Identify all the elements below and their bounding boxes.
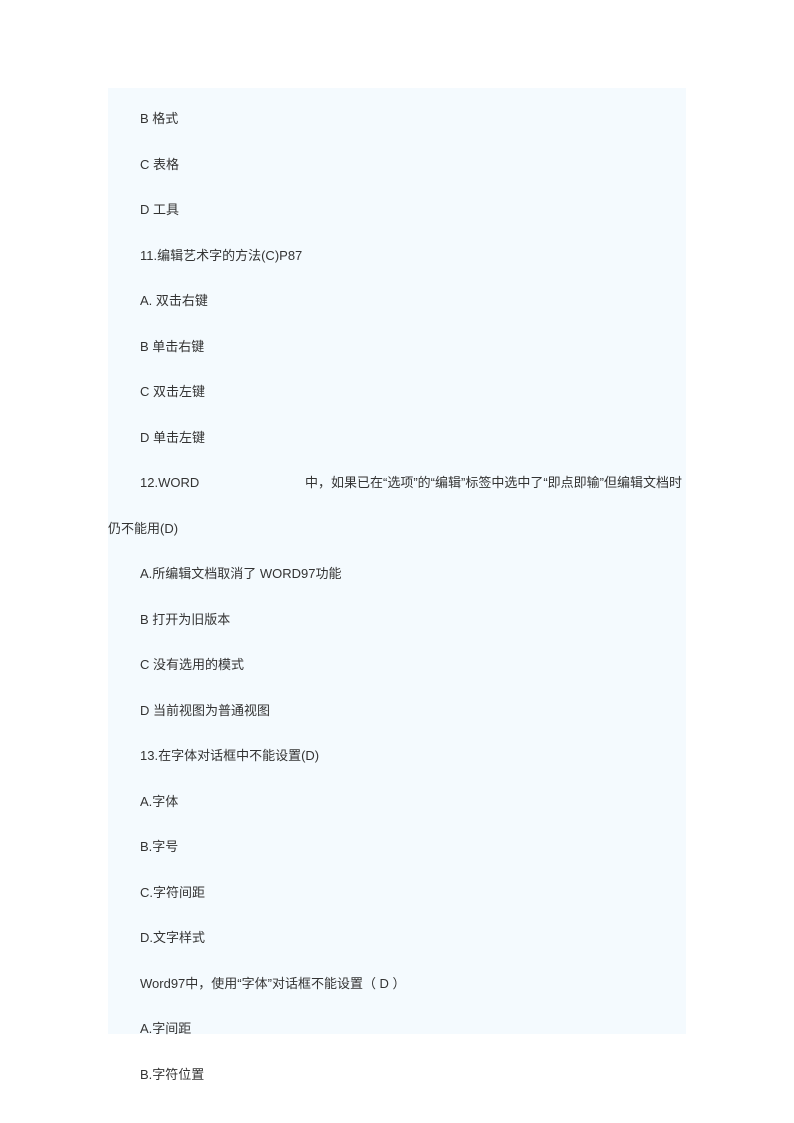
text-line: C.字符间距: [108, 886, 686, 899]
text-line: C 没有选用的模式: [108, 658, 686, 671]
text-line: C 表格: [108, 158, 686, 171]
document-content: B 格式 C 表格 D 工具 11.编辑艺术字的方法(C)P87 A. 双击右键…: [108, 112, 686, 1081]
text-line: D 当前视图为普通视图: [108, 704, 686, 717]
text-line: D.文字样式: [108, 931, 686, 944]
text-line: B.字符位置: [108, 1068, 686, 1081]
text-line: 仍不能用(D): [108, 522, 686, 535]
text-line: A.字体: [108, 795, 686, 808]
text-line: B 格式: [108, 112, 686, 125]
text-line: B 打开为旧版本: [108, 613, 686, 626]
text-line: 12.WORD 中，如果已在“选项”的“编辑”标签中选中了“即点即输”但编辑文档…: [108, 476, 686, 489]
text-line: B 单击右键: [108, 340, 686, 353]
text-line: A. 双击右键: [108, 294, 686, 307]
document-page: B 格式 C 表格 D 工具 11.编辑艺术字的方法(C)P87 A. 双击右键…: [108, 88, 686, 1034]
text-line: Word97中，使用“字体”对话框不能设置（ D ）: [108, 977, 686, 990]
text-segment: 12.WORD: [140, 476, 199, 489]
text-line: A.所编辑文档取消了 WORD97功能: [108, 567, 686, 580]
text-line: D 单击左键: [108, 431, 686, 444]
text-line: A.字间距: [108, 1022, 686, 1035]
text-line: 13.在字体对话框中不能设置(D): [108, 749, 686, 762]
text-line: C 双击左键: [108, 385, 686, 398]
text-line: 11.编辑艺术字的方法(C)P87: [108, 249, 686, 262]
text-line: D 工具: [108, 203, 686, 216]
text-line: B.字号: [108, 840, 686, 853]
text-segment: 中，如果已在“选项”的“编辑”标签中选中了“即点即输”但编辑文档时: [305, 476, 682, 489]
